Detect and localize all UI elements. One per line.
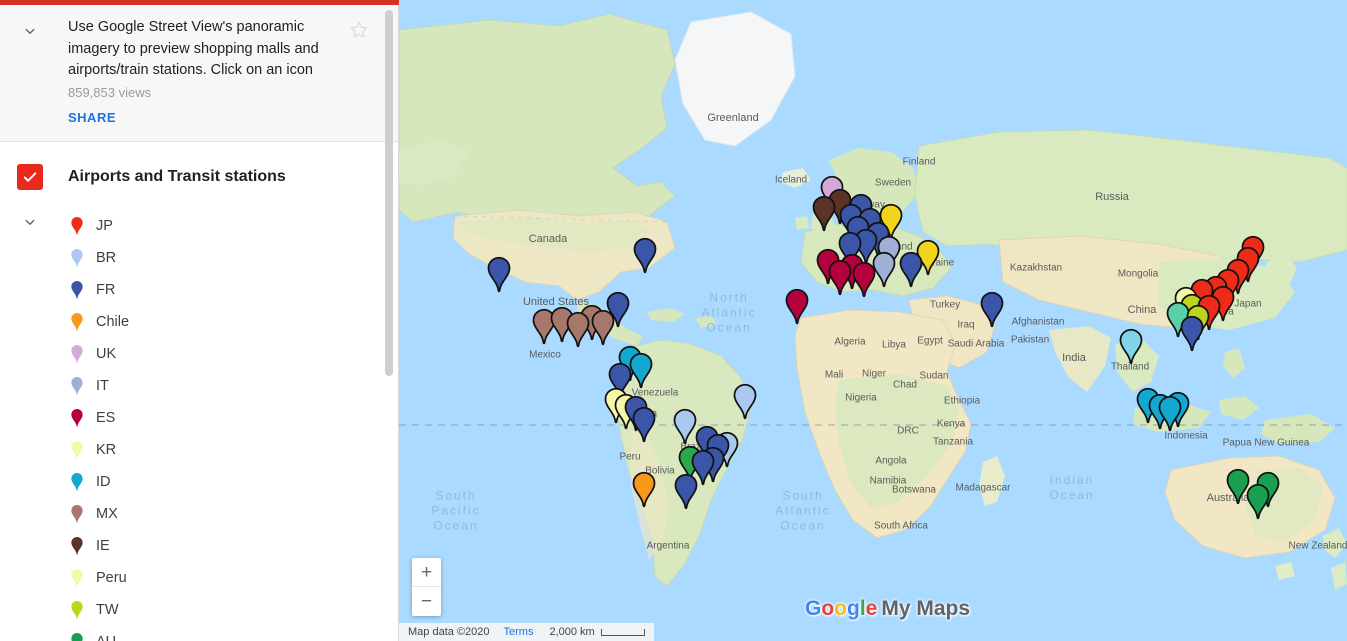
- legend-item-label: ID: [96, 473, 111, 490]
- map-pin-marker[interactable]: [784, 288, 810, 330]
- map-pin-icon: [70, 376, 84, 396]
- layer-title: Airports and Transit stations: [68, 167, 286, 185]
- legend-item-label: AU: [96, 634, 116, 641]
- google-my-maps-logo: Google My Maps: [805, 597, 970, 621]
- legend-item-label: JP: [96, 217, 113, 234]
- map-pin-marker[interactable]: [486, 256, 512, 298]
- legend-item-fr[interactable]: FR: [0, 274, 398, 306]
- share-button[interactable]: SHARE: [68, 110, 116, 125]
- legend-item-br[interactable]: BR: [0, 242, 398, 274]
- legend-item-label: ES: [96, 409, 116, 426]
- legend-item-au[interactable]: AU: [0, 626, 398, 641]
- map-pin-marker[interactable]: [1245, 483, 1271, 525]
- logo-letter-o2: o: [834, 597, 847, 620]
- map-pin-icon: [70, 280, 84, 300]
- checkmark-icon: [23, 171, 37, 182]
- star-outline-icon[interactable]: [348, 19, 370, 41]
- legend-collapse-chevron-down-icon[interactable]: [16, 208, 44, 236]
- sidebar-scrollbar[interactable]: [385, 10, 393, 376]
- map-pin-icon: [70, 408, 84, 428]
- legend-item-label: KR: [96, 441, 117, 458]
- map-attribution-bar: Map data ©2020 Terms 2,000 km: [399, 623, 654, 641]
- legend-item-mx[interactable]: MX: [0, 498, 398, 530]
- view-count: 859,853 views: [68, 84, 152, 100]
- legend-item-ie[interactable]: IE: [0, 530, 398, 562]
- legend-item-label: IE: [96, 537, 110, 554]
- zoom-out-button minus-icon[interactable]: −: [412, 587, 441, 616]
- map-pin-marker[interactable]: [565, 311, 591, 353]
- logo-letter-g: g: [847, 597, 860, 620]
- terms-link[interactable]: Terms: [504, 626, 534, 638]
- layer-visibility-checkbox[interactable]: [17, 163, 43, 190]
- legend-item-jp[interactable]: JP: [0, 210, 398, 242]
- map-pin-marker[interactable]: [811, 195, 837, 237]
- map-info-body: Use Google Street View's panoramic image…: [68, 17, 336, 127]
- logo-letter-e: e: [865, 597, 878, 620]
- map-pin-icon: [70, 472, 84, 492]
- scale-bar: [600, 628, 645, 636]
- legend-item-label: IT: [96, 377, 109, 394]
- legend-list: JP BR FR Chile UK IT ES KR ID MX IE Peru TW AU: [0, 210, 398, 641]
- legend-item-es[interactable]: ES: [0, 402, 398, 434]
- legend-item-label: BR: [96, 249, 117, 266]
- map-pin-icon: [70, 632, 84, 641]
- legend-item-tw[interactable]: TW: [0, 594, 398, 626]
- map-info-card: Use Google Street View's panoramic image…: [0, 5, 398, 142]
- logo-my-maps-text: My Maps: [881, 597, 971, 620]
- legend-item-label: FR: [96, 281, 116, 298]
- logo-letter-G: G: [805, 597, 822, 620]
- map-pin-marker[interactable]: [631, 471, 657, 513]
- map-sidebar: Use Google Street View's panoramic image…: [0, 0, 399, 641]
- zoom-controls: + −: [412, 558, 441, 616]
- map-pin-icon: [70, 440, 84, 460]
- map-pin-marker[interactable]: [632, 237, 658, 279]
- chevron-down-icon[interactable]: [16, 17, 44, 45]
- legend-item-kr[interactable]: KR: [0, 434, 398, 466]
- map-pin-icon: [70, 312, 84, 332]
- map-pin-marker[interactable]: [590, 309, 616, 351]
- logo-letter-o1: o: [821, 597, 835, 620]
- sidebar-scroll-area: Use Google Street View's panoramic image…: [0, 5, 398, 641]
- layer-header-row: Airports and Transit stations: [0, 142, 398, 206]
- map-pin-marker[interactable]: [732, 383, 758, 425]
- legend-item-label: Peru: [96, 569, 127, 586]
- legend-item-label: MX: [96, 505, 118, 522]
- map-pin-marker[interactable]: [827, 259, 853, 301]
- map-pin-icon: [70, 504, 84, 524]
- map-pin-icon: [70, 600, 84, 620]
- legend-item-chile[interactable]: Chile: [0, 306, 398, 338]
- map-pin-marker[interactable]: [851, 261, 877, 303]
- map-canvas[interactable]: Greenland Iceland Canada United States Finla…: [399, 0, 1347, 641]
- map-pin-icon: [70, 216, 84, 236]
- legend-item-label: Chile: [96, 313, 130, 330]
- zoom-in-button plus-icon[interactable]: +: [412, 558, 441, 587]
- map-pin-icon: [70, 568, 84, 588]
- map-data-copyright: Map data ©2020: [408, 626, 490, 638]
- map-pin-marker[interactable]: [1118, 328, 1144, 370]
- map-pin-icon: [70, 248, 84, 268]
- my-maps-app: Use Google Street View's panoramic image…: [0, 0, 1347, 641]
- legend-item-it[interactable]: IT: [0, 370, 398, 402]
- map-pin-icon: [70, 344, 84, 364]
- map-pin-marker[interactable]: [1157, 395, 1183, 437]
- legend-item-peru[interactable]: Peru: [0, 562, 398, 594]
- legend-item-uk[interactable]: UK: [0, 338, 398, 370]
- map-pin-marker[interactable]: [979, 291, 1005, 333]
- scale-label: 2,000 km: [549, 626, 595, 638]
- legend-item-label: TW: [96, 601, 119, 618]
- map-pin-marker[interactable]: [898, 251, 924, 293]
- map-pin-icon: [70, 536, 84, 556]
- map-pin-marker[interactable]: [1179, 315, 1205, 357]
- legend-item-id[interactable]: ID: [0, 466, 398, 498]
- page-title: Use Google Street View's panoramic image…: [68, 19, 319, 78]
- map-pin-marker[interactable]: [631, 406, 657, 448]
- legend-item-label: UK: [96, 345, 117, 362]
- brand-top-bar: [0, 0, 399, 5]
- map-pin-marker[interactable]: [673, 473, 699, 515]
